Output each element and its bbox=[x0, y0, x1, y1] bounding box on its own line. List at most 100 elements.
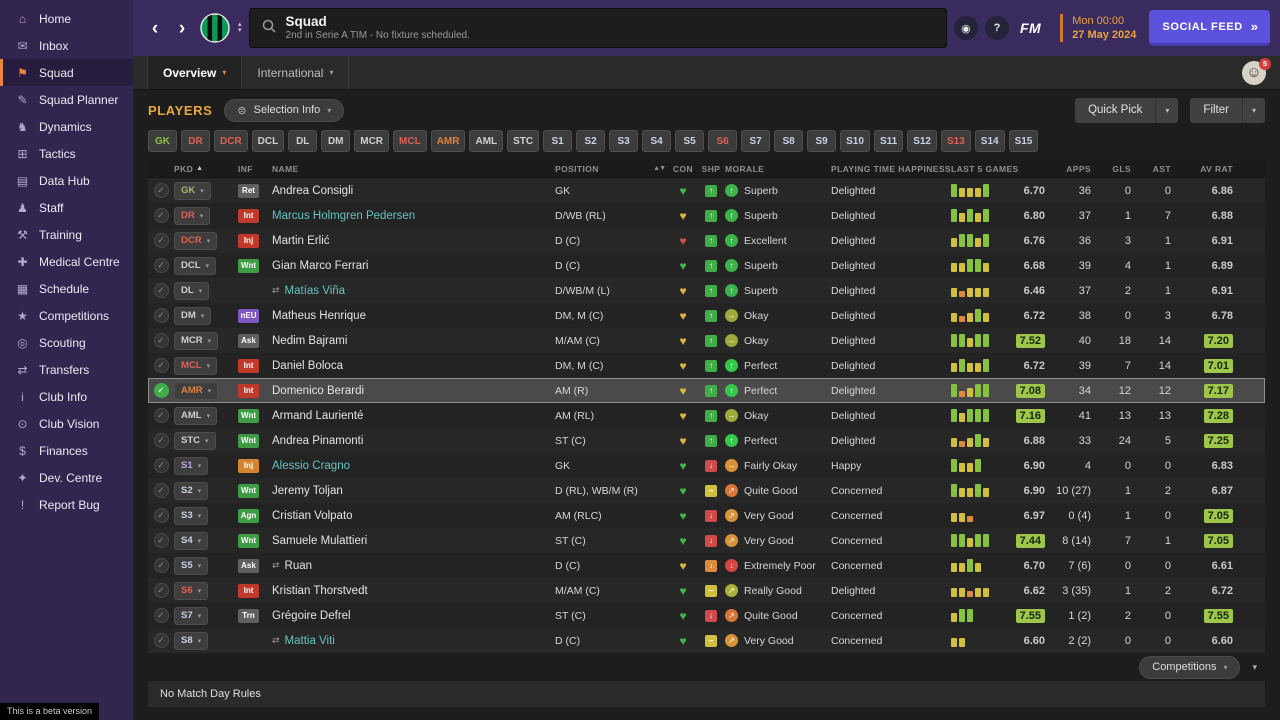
table-row[interactable]: ✓ DR▾ Int ⇄ Marcus Holmgren Pedersen D/W… bbox=[148, 203, 1265, 228]
row-checkbox[interactable]: ✓ bbox=[153, 608, 169, 623]
forward-button[interactable]: › bbox=[172, 19, 192, 38]
player-name[interactable]: Andrea Consigli bbox=[272, 185, 353, 197]
help-icon[interactable]: ? bbox=[984, 16, 1009, 40]
table-row[interactable]: ✓ GK▾ Ret ⇄ Andrea Consigli GK ♥ ↑ ↑ Sup… bbox=[148, 178, 1265, 203]
tab-overview[interactable]: Overview ▾ bbox=[147, 56, 243, 89]
info-badge[interactable]: nEU bbox=[238, 308, 259, 323]
table-row[interactable]: ✓ S8 ▾ ⇄ Mattia Viti D (C) ♥ − ↗ Very Goo… bbox=[148, 628, 1265, 653]
col-goals[interactable]: GLS bbox=[1097, 164, 1137, 174]
info-badge[interactable]: Inj bbox=[238, 233, 259, 248]
player-name[interactable]: Marcus Holmgren Pedersen bbox=[272, 210, 415, 222]
position-dropdown[interactable]: DCL ▾ bbox=[174, 256, 217, 275]
table-row[interactable]: ✓ S6▾ Int ⇄ Kristian Thorstvedt M/AM (C)… bbox=[148, 578, 1265, 603]
row-checkbox[interactable]: ✓ bbox=[153, 483, 169, 498]
pos-filter-s2[interactable]: S2 bbox=[576, 130, 606, 152]
pos-filter-stc[interactable]: STC bbox=[507, 130, 540, 152]
row-checkbox[interactable]: ✓ bbox=[153, 533, 169, 548]
position-dropdown[interactable]: DR ▾ bbox=[174, 206, 211, 225]
col-avrat[interactable]: AV RAT bbox=[1177, 164, 1265, 174]
info-badge[interactable]: Wnt bbox=[238, 533, 259, 548]
pos-filter-dcr[interactable]: DCR bbox=[214, 130, 248, 152]
player-name[interactable]: Jeremy Toljan bbox=[272, 485, 343, 497]
sidebar-item-home[interactable]: ⌂ Home bbox=[0, 5, 133, 32]
player-name[interactable]: Matías Viña bbox=[285, 285, 346, 297]
back-button[interactable]: ‹ bbox=[145, 19, 165, 38]
row-checkbox[interactable]: ✓ bbox=[153, 458, 169, 473]
player-name[interactable]: Andrea Pinamonti bbox=[272, 435, 363, 447]
position-dropdown[interactable]: MCR ▾ bbox=[174, 331, 219, 350]
info-badge[interactable]: Inj bbox=[238, 458, 259, 473]
sidebar-item-finances[interactable]: $ Finances bbox=[0, 437, 133, 464]
pos-filter-s4[interactable]: S4 bbox=[642, 130, 672, 152]
position-dropdown[interactable]: AMR ▾ bbox=[174, 381, 219, 400]
sidebar-item-staff[interactable]: ♟ Staff bbox=[0, 194, 133, 221]
position-dropdown[interactable]: S4 ▾ bbox=[174, 531, 209, 550]
table-row[interactable]: ✓ S3▾ Agn ⇄ Cristian Volpato AM (RLC) ♥ … bbox=[148, 503, 1265, 528]
competitions-dropdown[interactable]: Competitions ▾ bbox=[1139, 655, 1241, 679]
row-checkbox[interactable]: ✓ bbox=[153, 283, 169, 298]
player-name[interactable]: Ruan bbox=[285, 560, 313, 572]
row-checkbox[interactable]: ✓ bbox=[153, 433, 169, 448]
player-name[interactable]: Alessio Cragno bbox=[272, 460, 350, 472]
pos-filter-s5[interactable]: S5 bbox=[675, 130, 705, 152]
pos-filter-s9[interactable]: S9 bbox=[807, 130, 837, 152]
position-dropdown[interactable]: STC ▾ bbox=[174, 431, 216, 450]
position-dropdown[interactable]: S8 ▾ bbox=[174, 631, 209, 650]
col-position[interactable]: POSITION ▲▼ bbox=[541, 164, 669, 174]
pos-filter-mcr[interactable]: MCR bbox=[354, 130, 390, 152]
row-checkbox[interactable]: ✓ bbox=[153, 358, 169, 373]
collapse-panel-icon[interactable]: ▾ bbox=[1252, 662, 1257, 673]
sidebar-item-transfers[interactable]: ⇄ Transfers bbox=[0, 356, 133, 383]
info-badge[interactable]: Ret bbox=[238, 183, 259, 198]
position-dropdown[interactable]: AML ▾ bbox=[174, 406, 218, 425]
sidebar-item-inbox[interactable]: ✉ Inbox bbox=[0, 32, 133, 59]
sidebar-item-scouting[interactable]: ◎ Scouting bbox=[0, 329, 133, 356]
quick-pick-caret[interactable]: ▾ bbox=[1155, 97, 1178, 123]
pos-filter-s11[interactable]: S11 bbox=[873, 130, 904, 152]
position-dropdown[interactable]: S1 ▾ bbox=[174, 456, 209, 475]
pos-filter-s3[interactable]: S3 bbox=[609, 130, 639, 152]
col-condition[interactable]: CON bbox=[669, 164, 697, 174]
table-row[interactable]: ✓ STC▾ Wnt ⇄ Andrea Pinamonti ST (C) ♥ ↑… bbox=[148, 428, 1265, 453]
pos-filter-amr[interactable]: AMR bbox=[430, 130, 466, 152]
table-row[interactable]: ✓ DCR▾ Inj ⇄ Martin Erlić D (C) ♥ ↑ ↑ Ex… bbox=[148, 228, 1265, 253]
pos-filter-s8[interactable]: S8 bbox=[774, 130, 804, 152]
player-name[interactable]: Martin Erlić bbox=[272, 235, 330, 247]
table-row[interactable]: ✓ S7▾ Trn ⇄ Grégoire Defrel ST (C) ♥ ↓ ↗… bbox=[148, 603, 1265, 628]
social-feed-button[interactable]: SOCIAL FEED » bbox=[1149, 10, 1270, 46]
table-row[interactable]: ✓ AMR▾ Int ⇄ Domenico Berardi AM (R) ♥ ↑… bbox=[148, 378, 1265, 403]
position-dropdown[interactable]: S3 ▾ bbox=[174, 506, 209, 525]
position-dropdown[interactable]: S6 ▾ bbox=[174, 581, 209, 600]
sidebar-item-medical-centre[interactable]: ✚ Medical Centre bbox=[0, 248, 133, 275]
table-row[interactable]: ✓ DL ▾ ⇄ Matías Viña D/WB/M (L) ♥ ↑ ↑ Sup… bbox=[148, 278, 1265, 303]
selection-info-dropdown[interactable]: ⊜ Selection Info ▾ bbox=[224, 98, 345, 122]
col-happiness[interactable]: PLAYING TIME HAPPINESS bbox=[827, 164, 951, 174]
row-checkbox[interactable]: ✓ bbox=[153, 333, 169, 348]
row-checkbox[interactable]: ✓ bbox=[153, 583, 169, 598]
table-row[interactable]: ✓ MCR▾ Ask ⇄ Nedim Bajrami M/AM (C) ♥ ↑ … bbox=[148, 328, 1265, 353]
quick-pick-button[interactable]: Quick Pick ▾ bbox=[1075, 97, 1179, 123]
row-checkbox[interactable]: ✓ bbox=[153, 308, 169, 323]
info-badge[interactable]: Trn bbox=[238, 608, 259, 623]
table-row[interactable]: ✓ MCL▾ Int ⇄ Daniel Boloca DM, M (C) ♥ ↑… bbox=[148, 353, 1265, 378]
info-badge[interactable]: Wnt bbox=[238, 258, 259, 273]
player-name[interactable]: Armand Laurienté bbox=[272, 410, 363, 422]
sidebar-item-report-bug[interactable]: ! Report Bug bbox=[0, 491, 133, 518]
col-name[interactable]: NAME bbox=[272, 164, 541, 174]
pos-filter-s14[interactable]: S14 bbox=[974, 130, 1005, 152]
player-name[interactable]: Domenico Berardi bbox=[272, 385, 364, 397]
info-badge[interactable]: Agn bbox=[238, 508, 259, 523]
col-pkd[interactable]: PKD ▲ bbox=[174, 164, 238, 174]
position-dropdown[interactable]: MCL ▾ bbox=[174, 356, 218, 375]
table-row[interactable]: ✓ DCL▾ Wnt ⇄ Gian Marco Ferrari D (C) ♥ … bbox=[148, 253, 1265, 278]
pos-filter-dl[interactable]: DL bbox=[288, 130, 318, 152]
pos-filter-s12[interactable]: S12 bbox=[907, 130, 937, 152]
table-row[interactable]: ✓ AML▾ Wnt ⇄ Armand Laurienté AM (RL) ♥ … bbox=[148, 403, 1265, 428]
col-assists[interactable]: AST bbox=[1137, 164, 1177, 174]
pos-filter-s13[interactable]: S13 bbox=[940, 130, 971, 152]
table-row[interactable]: ✓ S5 ▾ Ask ⇄ Ruan D (C) ♥ ↓ ↓ Extremely P… bbox=[148, 553, 1265, 578]
info-badge[interactable]: Ask bbox=[238, 333, 259, 348]
player-name[interactable]: Mattia Viti bbox=[285, 635, 335, 647]
table-row[interactable]: ✓ S1▾ Inj ⇄ Alessio Cragno GK ♥ ↓ → Fair… bbox=[148, 453, 1265, 478]
row-checkbox[interactable]: ✓ bbox=[153, 258, 169, 273]
